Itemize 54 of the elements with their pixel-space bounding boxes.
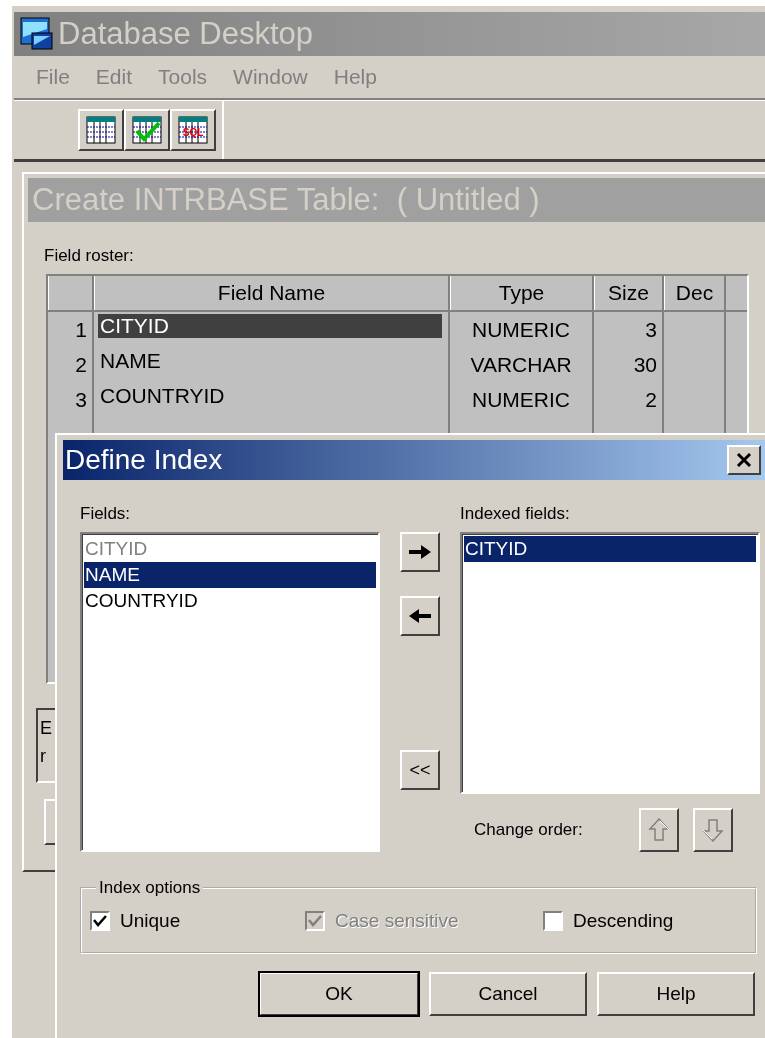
dialog-button[interactable]: Help [597,972,755,1016]
roster-label: Field roster: [44,246,135,266]
list-item[interactable]: COUNTRYID [84,588,376,614]
column-header: Dec [664,276,726,310]
row-number: 1 [48,312,94,347]
close-button[interactable] [727,445,761,475]
toolbar-button[interactable] [124,109,170,151]
close-icon [736,452,752,468]
change-order-label: Change order: [474,820,583,840]
column-header: Type [450,276,594,310]
checkbox-label: Case sensitive [335,910,459,932]
partial-text: r [40,745,47,768]
column-header: Field Name [94,276,450,310]
sql-table-icon: SQL [177,115,209,145]
indexed-fields-label: Indexed fields: [460,504,571,524]
type-cell: VARCHAR [450,347,594,382]
checkbox[interactable] [90,911,110,931]
field-name-cell[interactable]: CITYID [98,314,442,338]
size-cell: 30 [594,347,664,382]
field-name-cell[interactable]: NAME [98,349,442,373]
checkbox-label: Descending [573,910,674,932]
checkbox[interactable] [543,911,563,931]
down-arrow-icon [701,817,724,843]
row-number: 2 [48,347,94,382]
fields-label: Fields: [80,504,132,524]
field-name-cell[interactable]: COUNTRYID [98,384,442,408]
add-button[interactable] [400,532,440,572]
size-cell: 2 [594,382,664,417]
list-item[interactable]: CITYID [464,536,756,562]
right-arrow-icon [408,544,432,560]
row-number: 3 [48,382,94,417]
table-icon [85,115,117,145]
checkbox-label: Unique [120,910,181,932]
toolbar-button[interactable] [78,109,124,151]
window-title: Database Desktop [58,16,314,52]
type-cell: NUMERIC [450,312,594,347]
list-item[interactable]: NAME [84,562,376,588]
column-header: Size [594,276,664,310]
app-logo-icon [20,17,54,51]
partial-text: E [40,717,53,740]
left-arrow-icon [408,608,432,624]
type-cell: NUMERIC [450,382,594,417]
remove-all-button[interactable]: << [400,750,440,790]
remove-button[interactable] [400,596,440,636]
dialog-title: Define Index [65,444,223,476]
dialog-button[interactable]: Cancel [429,972,587,1016]
size-cell: 3 [594,312,664,347]
check-icon [308,915,322,927]
table-check-icon [131,115,163,145]
group-label: Index options [98,878,202,898]
up-arrow-icon [647,817,670,843]
check-icon [93,915,107,927]
dialog-button[interactable]: OK [259,972,419,1016]
toolbar-button[interactable]: SQL [170,109,216,151]
